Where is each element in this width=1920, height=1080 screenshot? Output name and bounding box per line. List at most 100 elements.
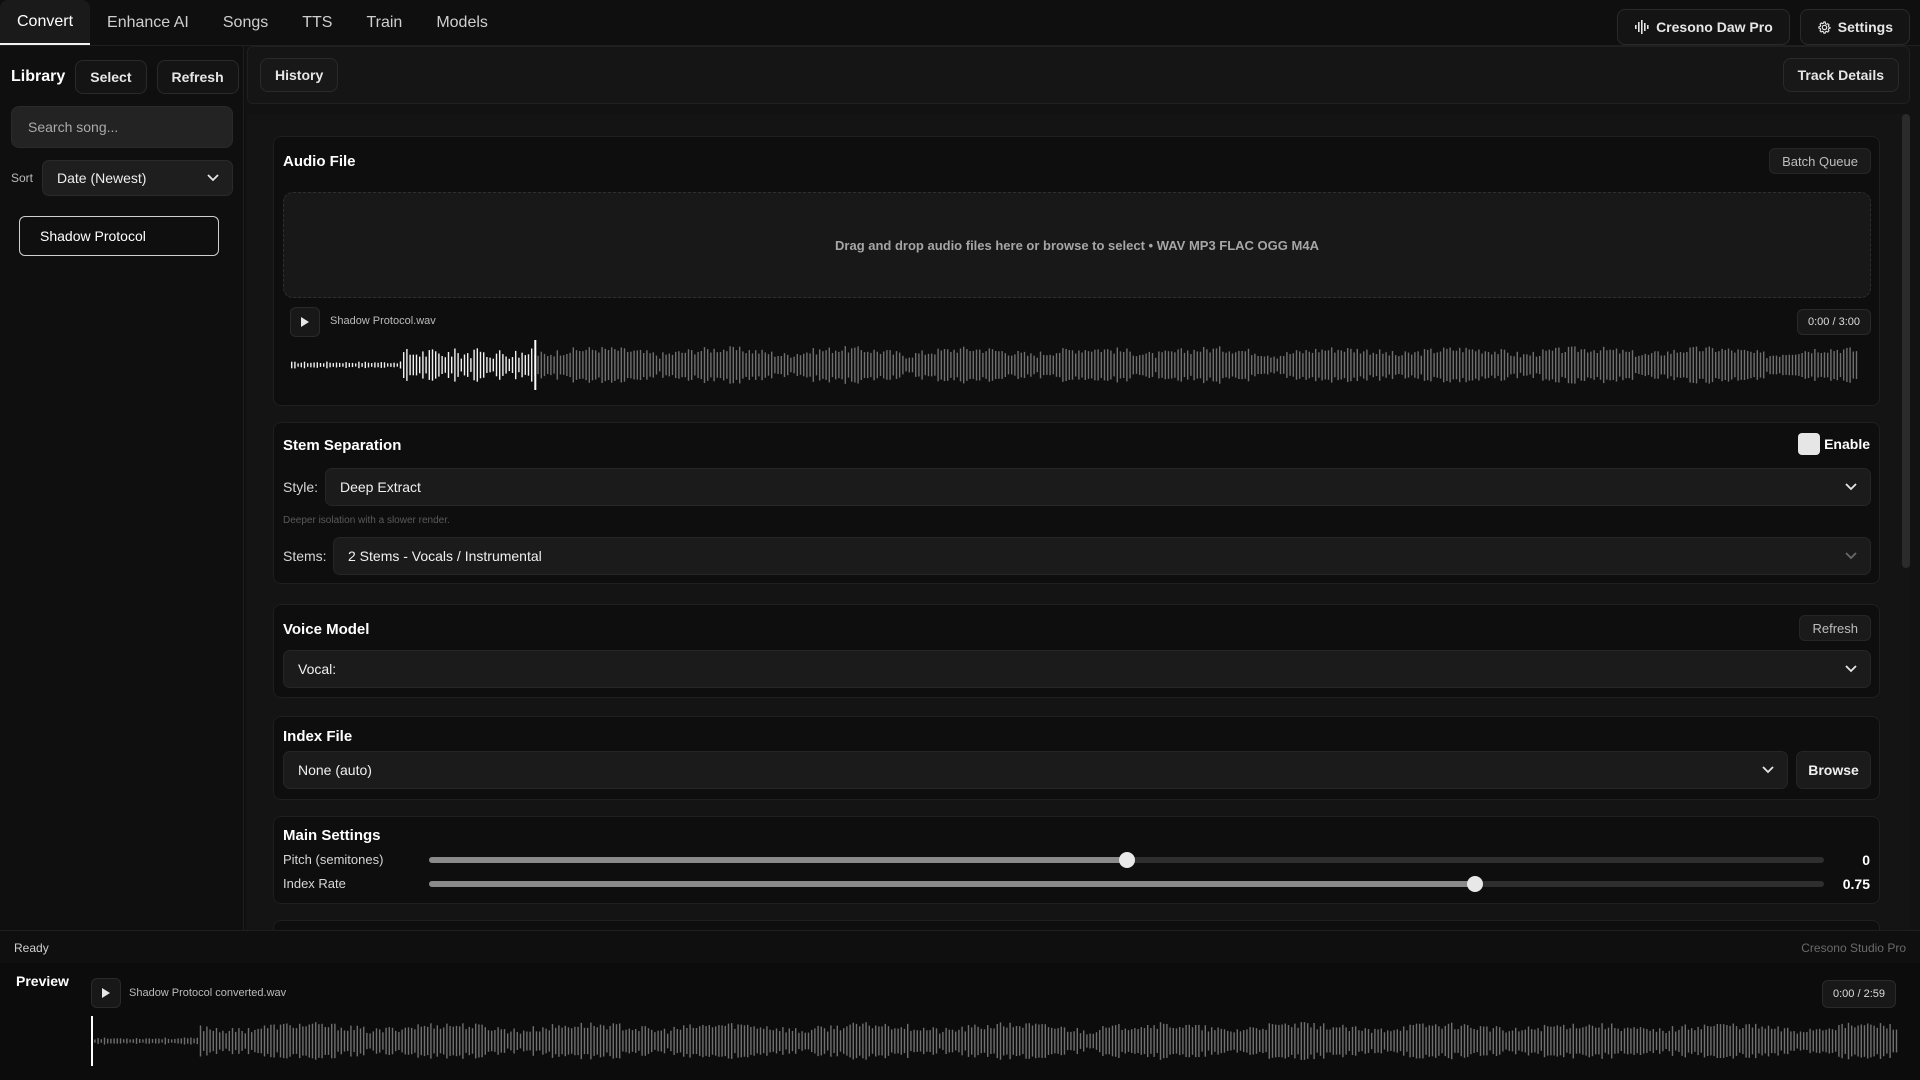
playhead[interactable] [91, 1016, 93, 1066]
status-text: Ready [14, 941, 49, 955]
waveform-bar [1209, 352, 1211, 378]
waveform-bar [715, 1026, 717, 1056]
waveform-bar [348, 362, 350, 368]
waveform-bar [1761, 1026, 1763, 1056]
tab-enhance-ai[interactable]: Enhance AI [90, 0, 206, 45]
play-button[interactable] [290, 307, 320, 337]
waveform-bar [590, 1022, 592, 1060]
content-scrollbar[interactable] [1902, 114, 1910, 930]
waveform-bar [263, 1025, 266, 1057]
waveform-bar [401, 1029, 403, 1053]
waveform-bar [1283, 356, 1285, 374]
waveform-bar [399, 361, 402, 369]
style-hint: Deeper isolation with a slower render. [283, 515, 450, 526]
sort-select[interactable]: Date (Newest) [42, 160, 233, 196]
waveform-bar [1087, 351, 1090, 379]
waveform-bar [951, 1029, 954, 1053]
refresh-models-button[interactable]: Refresh [1799, 615, 1871, 641]
waveform-bar [1364, 1028, 1366, 1054]
waveform-bar [1073, 1031, 1075, 1051]
waveform-bar [908, 357, 910, 373]
waveform-bar [1145, 353, 1147, 377]
waveform-bar [396, 363, 398, 367]
waveform-bar [1747, 351, 1749, 380]
waveform-bar [863, 352, 866, 378]
settings-button[interactable]: Settings [1799, 9, 1910, 45]
batch-queue-button[interactable]: Batch Queue [1769, 148, 1871, 174]
browse-button[interactable]: Browse [1796, 751, 1871, 789]
waveform-bar [782, 1027, 784, 1055]
waveform-bar [804, 1032, 806, 1050]
waveform-bar [1643, 1028, 1645, 1054]
waveform-bar [1846, 347, 1848, 382]
select-button[interactable]: Select [75, 60, 147, 94]
audio-dropzone[interactable]: Drag and drop audio files here or browse… [283, 192, 1871, 298]
waveform-bar [116, 1038, 118, 1044]
waveform-bar [993, 1028, 995, 1054]
index-file-select[interactable]: None (auto) [283, 751, 1788, 789]
waveform-bar [187, 1038, 189, 1044]
preview-waveform[interactable] [91, 1016, 1901, 1066]
preview-play-button[interactable] [91, 978, 121, 1008]
waveform-bar [215, 1028, 218, 1054]
waveform-bar [1486, 1026, 1488, 1056]
search-input[interactable]: Search song... [11, 106, 233, 148]
waveform-bar [1700, 1029, 1702, 1053]
waveform-bar [1779, 356, 1781, 374]
waveform-bar [1161, 352, 1163, 378]
daw-button[interactable]: Cresono Daw Pro [1617, 9, 1790, 45]
waveform-bar [1772, 355, 1774, 375]
waveform-bar [886, 350, 888, 380]
refresh-library-button[interactable]: Refresh [156, 60, 239, 94]
waveform-bar [1841, 1023, 1843, 1059]
library-title: Library [11, 68, 66, 85]
waveform-bar [1633, 1027, 1635, 1055]
track-details-button[interactable]: Track Details [1782, 58, 1899, 92]
style-select[interactable]: Deep Extract [325, 468, 1871, 506]
waveform-bar [1276, 358, 1278, 372]
waveform-bar [601, 347, 603, 383]
waveform-bar [324, 1027, 326, 1055]
playhead[interactable] [534, 340, 537, 390]
waveform-bar [579, 351, 581, 379]
waveform-bar [1649, 1030, 1651, 1052]
tab-train[interactable]: Train [349, 0, 419, 45]
waveform-bar [1273, 356, 1275, 374]
waveform-bar [943, 349, 946, 382]
waveform-bar [897, 1028, 899, 1054]
enable-checkbox[interactable] [1798, 433, 1820, 455]
waveform-bar [340, 1027, 342, 1055]
waveform-bar [987, 1025, 989, 1057]
pitch-slider[interactable] [429, 852, 1824, 868]
waveform-bar [1489, 1031, 1491, 1051]
tab-songs[interactable]: Songs [206, 0, 285, 45]
tab-convert[interactable]: Convert [0, 0, 91, 45]
waveform-bar [1465, 347, 1467, 383]
pitch-slider-knob[interactable] [1118, 852, 1135, 868]
waveform-bar [692, 1027, 694, 1055]
waveform-bar [142, 1039, 144, 1043]
song-item-shadow-protocol[interactable]: Shadow Protocol [19, 216, 219, 256]
waveform-bar [785, 1032, 787, 1050]
waveform-bar [167, 1038, 170, 1044]
waveform-bar [1721, 348, 1723, 382]
index-rate-slider-knob[interactable] [1467, 876, 1484, 892]
waveform-bar [1182, 1027, 1184, 1055]
index-rate-slider[interactable] [429, 876, 1824, 892]
tab-tts[interactable]: TTS [285, 0, 349, 45]
waveform-bar [563, 355, 565, 375]
tab-models[interactable]: Models [419, 0, 505, 45]
waveform-bar [939, 1033, 941, 1049]
content-scrollbar-thumb[interactable] [1902, 114, 1910, 568]
waveform-bar [1537, 1028, 1539, 1054]
waveform-bar [1435, 1024, 1437, 1058]
waveform-bar [1620, 1031, 1622, 1052]
waveform-bar [1580, 349, 1582, 381]
audio-waveform[interactable] [291, 340, 1861, 390]
voice-model-select[interactable]: Vocal: [283, 650, 1871, 688]
history-button[interactable]: History [260, 58, 339, 92]
stems-select[interactable]: 2 Stems - Vocals / Instrumental [333, 537, 1871, 575]
waveform-bar [550, 354, 552, 376]
waveform-bar [135, 1038, 138, 1044]
waveform-bar [756, 1028, 758, 1054]
